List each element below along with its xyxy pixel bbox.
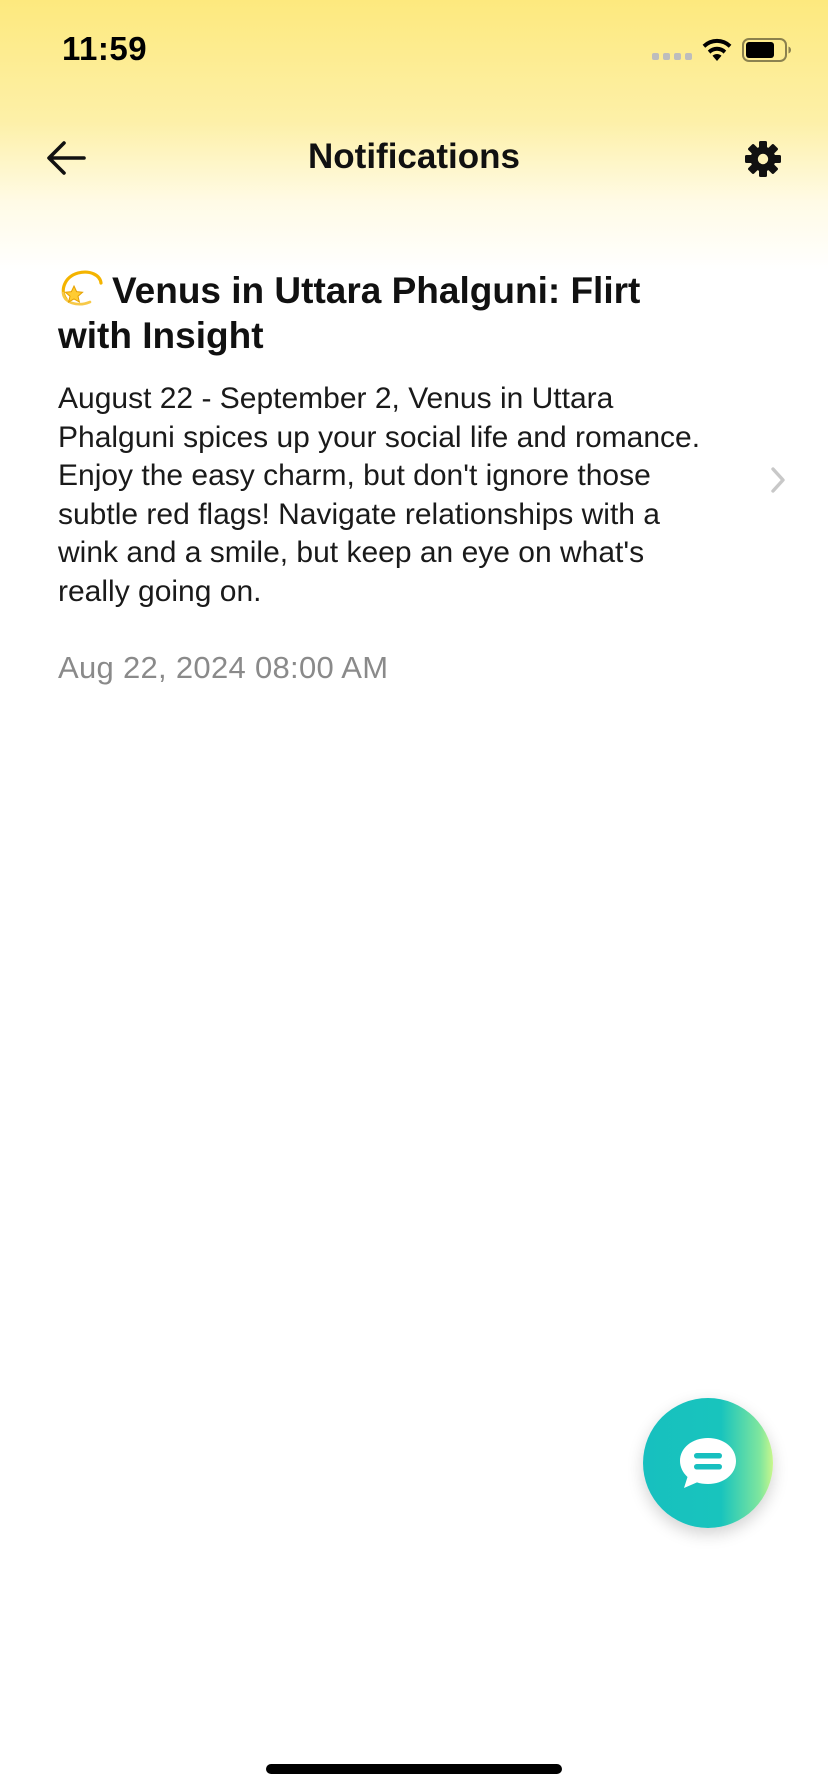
- dizzy-star-icon: [61, 270, 103, 306]
- chevron-right-icon: [771, 467, 785, 493]
- cellular-signal-icon: [652, 53, 692, 60]
- gear-icon: [745, 141, 781, 177]
- chat-button[interactable]: [643, 1398, 773, 1528]
- status-bar: 11:59: [0, 0, 828, 100]
- notification-item[interactable]: Venus in Uttara Phalguni: Flirt with Ins…: [0, 260, 828, 700]
- battery-icon: [742, 38, 791, 62]
- chat-bubble-icon: [680, 1438, 736, 1488]
- home-indicator: [266, 1764, 562, 1774]
- notification-body: August 22 - September 2, Venus in Uttara…: [58, 382, 701, 608]
- wifi-icon: [702, 38, 732, 61]
- notification-title-text: Venus in Uttara Phalguni: Flirt with Ins…: [58, 270, 641, 356]
- notification-date: Aug 22, 2024 08:00 AM: [58, 650, 389, 685]
- status-time: 11:59: [62, 30, 148, 67]
- settings-button[interactable]: [738, 134, 788, 184]
- notification-title: Venus in Uttara Phalguni: Flirt with Ins…: [58, 268, 718, 358]
- page-title: Notifications: [308, 137, 520, 176]
- nav-bar: Notifications: [0, 110, 828, 206]
